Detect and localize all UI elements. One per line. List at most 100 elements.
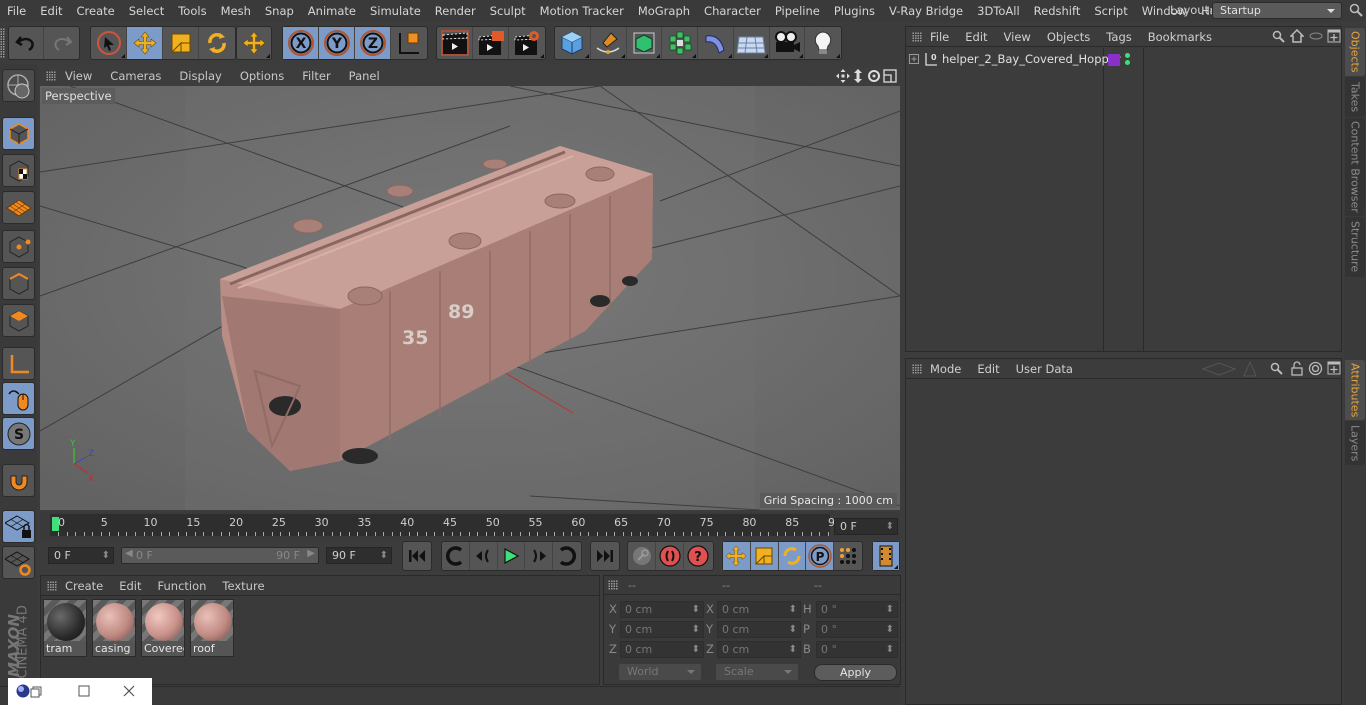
enable-axis-button[interactable] [2,347,35,380]
expand-icon[interactable] [909,54,920,65]
tab-structure[interactable]: Structure [1345,217,1365,277]
menu-tools[interactable]: Tools [171,4,213,18]
menu-redshift[interactable]: Redshift [1027,4,1088,18]
undo-button[interactable] [9,27,45,59]
rotation-p-field[interactable]: 0 ° [816,621,898,638]
z-axis-lock-button[interactable]: Z [355,27,391,59]
attribute-menu-mode[interactable]: Mode [922,362,969,376]
cloner-button[interactable] [662,27,698,59]
start-frame-field[interactable]: 0 F [48,547,114,564]
lock-icon[interactable] [1291,361,1303,376]
key-point-level-button[interactable] [834,542,862,570]
tweak-mode-button[interactable] [2,382,35,415]
pan-view-icon[interactable] [836,69,850,83]
object-menu-view[interactable]: View [996,30,1039,44]
menu-edit[interactable]: Edit [33,4,69,18]
solo-button[interactable]: S [2,417,35,450]
object-menu-edit[interactable]: Edit [957,30,995,44]
material-swatch-covered[interactable]: Covered [141,599,185,657]
bend-deformer-button[interactable] [698,27,734,59]
key-position-button[interactable] [723,542,751,570]
maximize-view-icon[interactable] [883,69,897,83]
go-to-start-button[interactable] [403,542,431,570]
apply-button[interactable]: Apply [814,664,897,681]
material-menu-create[interactable]: Create [57,579,111,593]
home-icon[interactable] [1290,29,1304,43]
key-scale-button[interactable] [750,542,779,570]
autokey-button[interactable] [656,542,684,570]
object-row[interactable]: 0 helper_2_Bay_Covered_Hopper [906,49,1341,70]
menu-pipeline[interactable]: Pipeline [768,4,827,18]
attribute-menu-user-data[interactable]: User Data [1008,362,1081,376]
move-tool-button[interactable] [127,27,163,59]
record-settings-button[interactable] [628,542,656,570]
panel-grip[interactable] [912,363,922,374]
tab-attributes[interactable]: Attributes [1345,360,1365,420]
coordinate-system-button[interactable] [391,27,427,59]
planar-workplane-button[interactable] [2,546,35,579]
next-frame-button[interactable] [525,542,554,570]
pen-spline-button[interactable] [591,27,627,59]
polygons-mode-button[interactable] [2,304,35,337]
size-x-field[interactable]: 0 cm [717,601,801,618]
size-mode-select[interactable]: Scale [716,664,798,680]
attribute-menu-edit[interactable]: Edit [969,362,1007,376]
search-icon[interactable] [1272,30,1285,43]
object-menu-file[interactable]: File [922,30,957,44]
cube-button[interactable] [555,27,591,59]
menu-motion-tracker[interactable]: Motion Tracker [533,4,631,18]
menu-plugins[interactable]: Plugins [827,4,882,18]
points-mode-button[interactable] [2,230,35,263]
tab-takes[interactable]: Takes [1345,77,1365,117]
size-z-field[interactable]: 0 cm [717,641,801,658]
size-y-field[interactable]: 0 cm [717,621,801,638]
material-menu-function[interactable]: Function [150,579,215,593]
object-menu-tags[interactable]: Tags [1098,30,1139,44]
play-button[interactable] [498,542,526,570]
render-view-button[interactable] [437,27,473,59]
search-icon[interactable] [1349,3,1363,17]
menu-mograph[interactable]: MoGraph [631,4,697,18]
close-icon[interactable] [123,685,135,697]
end-frame-field[interactable]: 90 F [326,547,392,564]
previous-frame-button[interactable] [470,542,498,570]
maximize-icon[interactable] [78,685,90,697]
y-axis-lock-button[interactable]: Y [319,27,355,59]
menu-create[interactable]: Create [70,4,122,18]
redo-button[interactable] [44,27,79,59]
render-picture-viewer-button[interactable] [473,27,509,59]
menu-mesh[interactable]: Mesh [214,4,258,18]
viewport-menu-filter[interactable]: Filter [293,69,339,83]
tab-layers[interactable]: Layers [1345,421,1365,465]
viewport-menu-view[interactable]: View [56,69,101,83]
recent-transform-button[interactable] [237,27,271,59]
workplane-mode-button[interactable] [2,191,35,224]
viewport-menu-display[interactable]: Display [170,69,230,83]
new-panel-icon[interactable] [1327,29,1341,43]
panel-grip[interactable] [912,31,922,42]
rotate-tool-button[interactable] [199,27,235,59]
key-rotation-button[interactable] [778,542,807,570]
timeline-window-button[interactable] [873,542,899,570]
scale-tool-button[interactable] [163,27,199,59]
timeline-ruler[interactable]: 051015202530354045505560657075808590 [50,514,842,536]
new-panel-icon[interactable] [1327,361,1341,375]
rotation-b-field[interactable]: 0 ° [816,641,898,658]
collapse-icon[interactable] [1309,32,1323,40]
back-icon[interactable] [1201,361,1237,377]
panel-grip[interactable] [46,71,56,81]
3d-viewport[interactable]: 35 89 Y Z X Perspective Grid Spacing : 1… [40,86,900,510]
material-menu-edit[interactable]: Edit [111,579,149,593]
model-mode-button[interactable] [2,117,35,150]
subdivision-surface-button[interactable] [627,27,663,59]
render-settings-button[interactable] [509,27,545,59]
rotate-view-icon[interactable] [867,69,881,83]
menu-3dtoall[interactable]: 3DToAll [970,4,1027,18]
key-parameter-button[interactable]: P [806,542,835,570]
position-y-field[interactable]: 0 cm [620,621,704,638]
position-x-field[interactable]: 0 cm [620,601,704,618]
target-icon[interactable] [1308,361,1323,376]
viewport-menu-panel[interactable]: Panel [340,69,389,83]
floor-button[interactable] [734,27,770,59]
search-icon[interactable] [1270,362,1283,375]
